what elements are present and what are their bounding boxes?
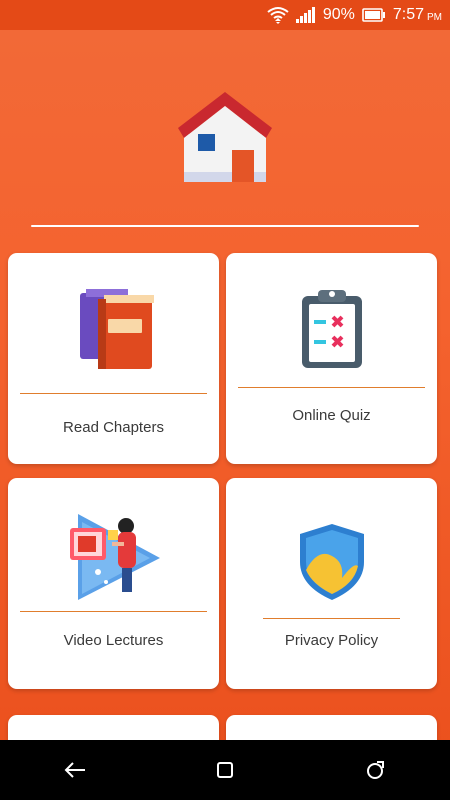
battery-percent: 90% xyxy=(322,6,355,23)
status-bar: 90% 7:57 PM xyxy=(0,0,450,30)
online-quiz-label: Online Quiz xyxy=(292,407,371,424)
clock-ampm: PM xyxy=(427,11,442,23)
card-divider xyxy=(238,387,425,388)
clock-time: 7:57 xyxy=(392,6,424,23)
read-chapters-card[interactable]: Read Chapters xyxy=(8,253,219,464)
home-icon xyxy=(176,88,274,186)
home-square-icon[interactable] xyxy=(205,750,245,790)
shield-icon xyxy=(298,522,366,602)
card-divider xyxy=(263,618,400,619)
video-lectures-label: Video Lectures xyxy=(63,632,164,649)
video-lectures-card[interactable]: Video Lectures xyxy=(8,478,219,689)
header xyxy=(0,30,450,240)
clock: 7:57 PM xyxy=(393,6,442,24)
wifi-icon xyxy=(267,6,289,24)
back-icon[interactable] xyxy=(55,750,95,790)
clipboard-quiz-icon xyxy=(300,288,364,370)
card-divider xyxy=(20,611,207,612)
header-divider xyxy=(31,225,419,227)
online-quiz-card[interactable]: Online Quiz xyxy=(226,253,437,464)
battery-icon xyxy=(362,8,386,22)
signal-icon xyxy=(295,7,316,23)
books-icon xyxy=(78,285,158,369)
card-divider xyxy=(20,393,207,394)
read-chapters-label: Read Chapters xyxy=(63,419,164,436)
privacy-policy-card[interactable]: Privacy Policy xyxy=(226,478,437,689)
navigation-bar xyxy=(0,740,450,800)
privacy-policy-label: Privacy Policy xyxy=(284,632,379,649)
video-lecture-icon xyxy=(68,512,164,602)
recents-icon[interactable] xyxy=(355,750,395,790)
